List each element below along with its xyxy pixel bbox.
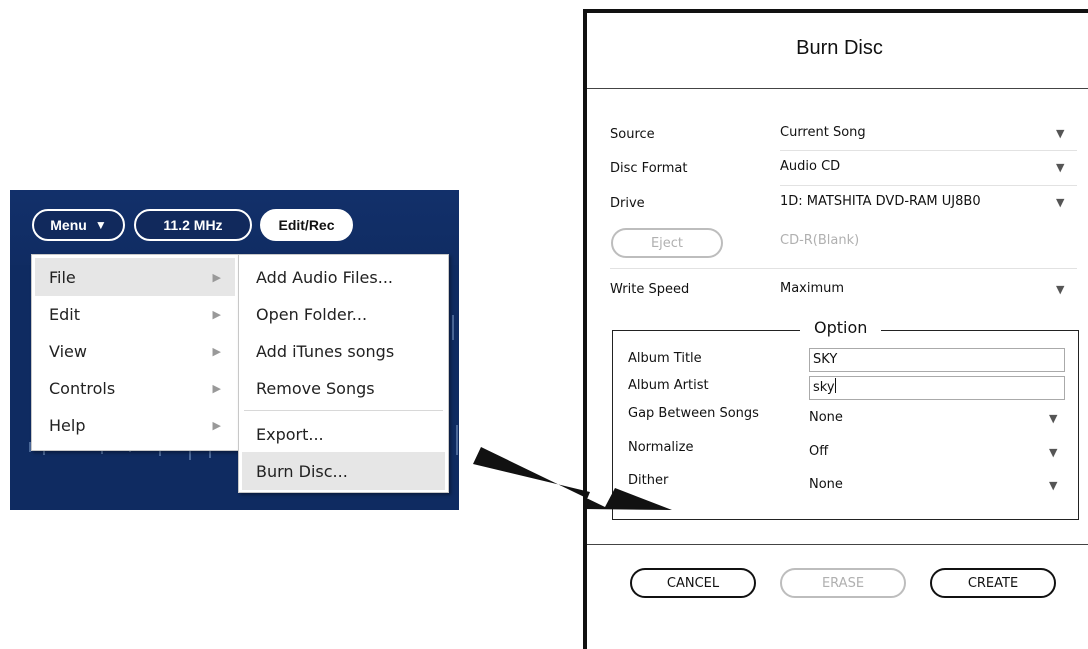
submenu-item-label: Remove Songs [256, 378, 375, 398]
menu-item-view[interactable]: View ▶ [35, 332, 235, 370]
dropdown-arrow-icon: ▼ [1049, 446, 1058, 459]
edit-rec-button[interactable]: Edit/Rec [260, 209, 353, 241]
album-title-field[interactable]: SKY [809, 348, 1065, 372]
dropdown-arrow-icon: ▼ [1056, 196, 1065, 209]
disc-status: CD-R(Blank) [780, 233, 860, 248]
create-button-label: CREATE [967, 575, 1019, 591]
dropdown-arrow-icon: ▼ [1056, 283, 1065, 296]
menu-item-label: Edit [49, 304, 80, 324]
submenu-arrow-icon: ▶ [212, 307, 221, 321]
submenu-item-label: Export... [256, 424, 324, 444]
write-speed-label: Write Speed [610, 282, 690, 297]
dither-label: Dither [628, 473, 669, 488]
eject-button[interactable]: Eject [611, 228, 723, 258]
title-divider [587, 88, 1088, 89]
menu-divider [244, 410, 443, 411]
submenu-arrow-icon: ▶ [212, 418, 221, 432]
submenu-arrow-icon: ▶ [212, 381, 221, 395]
disc-format-value: Audio CD [780, 159, 841, 174]
erase-button[interactable]: ERASE [780, 568, 906, 598]
erase-button-label: ERASE [821, 575, 865, 591]
menu-item-help[interactable]: Help ▶ [35, 406, 235, 444]
menu-item-label: Help [49, 415, 86, 435]
cancel-button-label: CANCEL [666, 575, 720, 591]
menu-button[interactable]: Menu ▼ [32, 209, 125, 241]
dropdown-arrow-icon: ▼ [1049, 412, 1058, 425]
menu-item-controls[interactable]: Controls ▶ [35, 369, 235, 407]
frequency-button[interactable]: 11.2 MHz [134, 209, 252, 241]
source-label: Source [610, 127, 655, 142]
dropdown-arrow-icon: ▼ [1056, 161, 1065, 174]
album-artist-field[interactable]: sky [809, 376, 1065, 400]
eject-button-label: Eject [650, 235, 684, 251]
drive-value: 1D: MATSHITA DVD-RAM UJ8B0 [780, 194, 981, 209]
file-submenu: Add Audio Files... Open Folder... Add iT… [238, 254, 449, 493]
menu-item-edit[interactable]: Edit ▶ [35, 295, 235, 333]
normalize-value: Off [809, 444, 829, 459]
write-speed-value: Maximum [780, 281, 845, 296]
menu-item-file[interactable]: File ▶ [35, 258, 235, 296]
dropdown-arrow-icon: ▼ [1049, 479, 1058, 492]
gap-label: Gap Between Songs [628, 406, 759, 421]
cancel-button[interactable]: CANCEL [630, 568, 756, 598]
submenu-item-export[interactable]: Export... [242, 415, 445, 453]
chevron-down-icon: ▼ [94, 218, 107, 232]
burn-disc-dialog: Burn Disc Source Current Song ▼ Disc For… [583, 9, 1088, 649]
submenu-item-label: Add Audio Files... [256, 267, 393, 287]
album-title-label: Album Title [628, 351, 702, 366]
row-divider [780, 150, 1077, 151]
dropdown-arrow-icon: ▼ [1056, 127, 1065, 140]
submenu-item-label: Add iTunes songs [256, 341, 395, 361]
dialog-title: Burn Disc [796, 37, 883, 59]
row-divider [780, 185, 1077, 186]
footer-divider [587, 544, 1088, 545]
frequency-label: 11.2 MHz [163, 217, 223, 233]
submenu-item-burn-disc[interactable]: Burn Disc... [242, 452, 445, 490]
album-artist-label: Album Artist [628, 378, 709, 393]
submenu-item-open-folder[interactable]: Open Folder... [242, 295, 445, 333]
row-divider [610, 268, 1077, 269]
menu-item-label: Controls [49, 378, 116, 398]
submenu-item-remove-songs[interactable]: Remove Songs [242, 369, 445, 407]
submenu-arrow-icon: ▶ [212, 344, 221, 358]
text-caret [834, 378, 836, 393]
menu-item-label: File [49, 267, 76, 287]
album-artist-value: sky [813, 380, 835, 395]
submenu-item-label: Open Folder... [256, 304, 368, 324]
source-value: Current Song [780, 125, 866, 140]
menu-item-label: View [49, 341, 87, 361]
gap-value: None [809, 410, 843, 425]
create-button[interactable]: CREATE [930, 568, 1056, 598]
main-menu: File ▶ Edit ▶ View ▶ Controls ▶ Help ▶ [31, 254, 239, 451]
edit-rec-label: Edit/Rec [278, 217, 335, 233]
album-title-value: SKY [813, 352, 838, 367]
option-legend: Option [800, 318, 882, 337]
submenu-item-add-audio-files[interactable]: Add Audio Files... [242, 258, 445, 296]
dither-value: None [809, 477, 843, 492]
drive-label: Drive [610, 196, 645, 211]
normalize-label: Normalize [628, 440, 694, 455]
submenu-item-label: Burn Disc... [256, 461, 348, 481]
disc-format-label: Disc Format [610, 161, 688, 176]
submenu-arrow-icon: ▶ [212, 270, 221, 284]
menu-button-label: Menu [50, 217, 87, 233]
submenu-item-add-itunes-songs[interactable]: Add iTunes songs [242, 332, 445, 370]
